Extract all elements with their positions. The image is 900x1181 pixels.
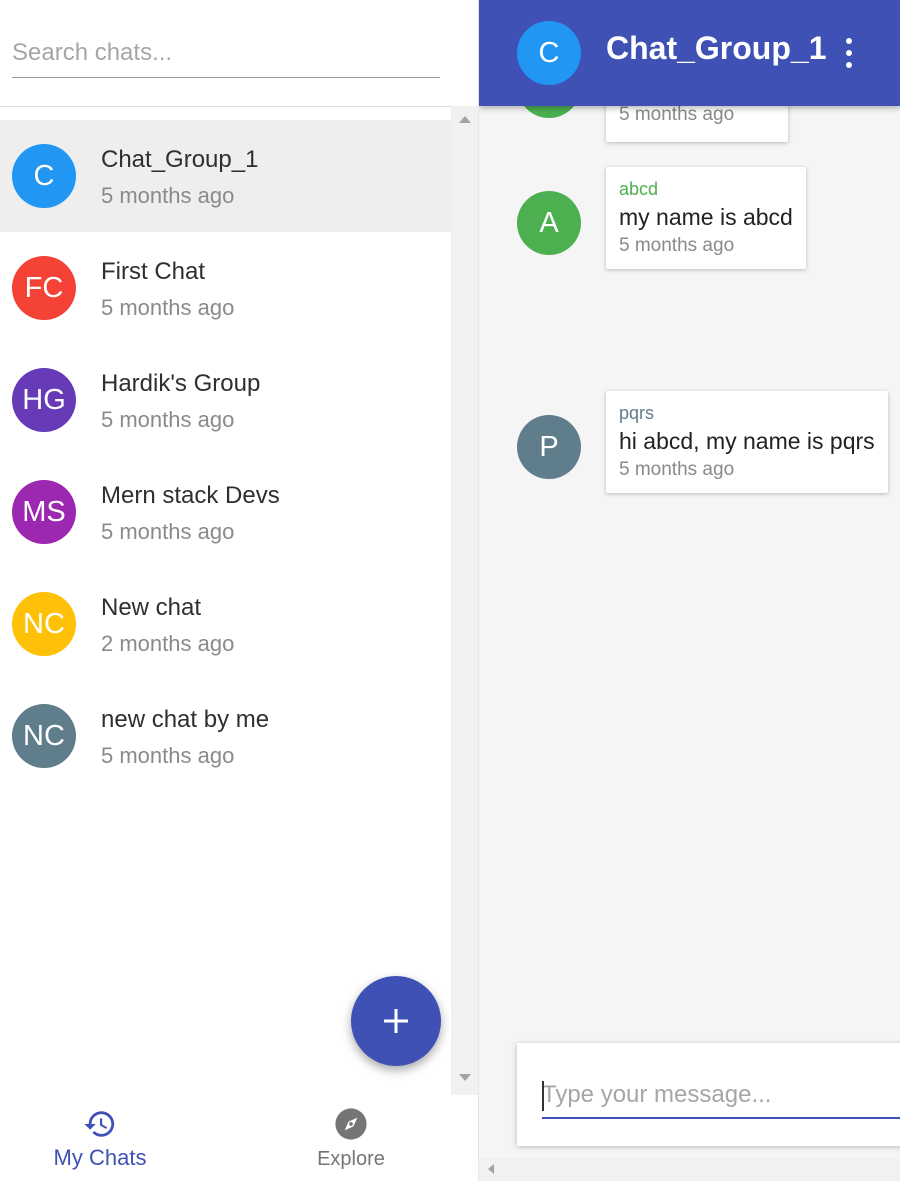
message-sender: abcd xyxy=(619,179,659,199)
chat-time: 2 months ago xyxy=(101,631,235,656)
divider xyxy=(0,106,478,107)
avatar: HG xyxy=(12,368,76,432)
conversation-panel: 5 months ago A abcd my name is abcd 5 mo… xyxy=(478,0,900,1181)
chat-list-item[interactable]: NC new chat by me 5 months ago xyxy=(0,680,451,792)
message-bubble: abcd my name is abcd 5 months ago xyxy=(606,167,806,269)
message-time: 5 months ago xyxy=(619,104,735,125)
history-icon xyxy=(84,1111,115,1137)
message-sender: pqrs xyxy=(619,403,655,423)
chat-time: 5 months ago xyxy=(101,295,235,320)
nav-my-chats[interactable]: My Chats xyxy=(0,1095,200,1181)
chat-list-item[interactable]: C Chat_Group_1 5 months ago xyxy=(0,120,451,232)
chat-name: new chat by me xyxy=(101,706,270,733)
conversation-scrollbar[interactable] xyxy=(479,1158,900,1181)
nav-explore[interactable]: Explore xyxy=(251,1095,451,1181)
chat-name: New chat xyxy=(101,594,202,621)
chat-list: C Chat_Group_1 5 months ago FC First Cha… xyxy=(0,120,451,792)
chat-list-item[interactable]: HG Hardik's Group 5 months ago xyxy=(0,344,451,456)
message-text: hi abcd, my name is pqrs xyxy=(619,428,875,454)
avatar: FC xyxy=(12,256,76,320)
chat-name: Mern stack Devs xyxy=(101,482,280,509)
search-field[interactable] xyxy=(12,30,440,78)
chat-name: Chat_Group_1 xyxy=(101,146,259,173)
conversation-title: Chat_Group_1 xyxy=(606,30,827,66)
chat-list-item[interactable]: MS Mern stack Devs 5 months ago xyxy=(0,456,451,568)
chat-time: 5 months ago xyxy=(101,743,235,768)
scroll-left-arrow-icon[interactable] xyxy=(488,1164,494,1174)
avatar: MS xyxy=(12,480,76,544)
message-composer xyxy=(517,1043,900,1146)
chat-time: 5 months ago xyxy=(101,519,235,544)
nav-my-chats-label: My Chats xyxy=(53,1145,147,1170)
chat-time: 5 months ago xyxy=(101,407,235,432)
avatar: NC xyxy=(12,704,76,768)
scroll-down-arrow-icon[interactable] xyxy=(459,1074,471,1081)
message-time: 5 months ago xyxy=(619,235,735,256)
chat-list-scrollbar[interactable] xyxy=(451,106,478,1095)
message-input[interactable] xyxy=(542,1073,900,1117)
more-vert-icon[interactable] xyxy=(839,36,859,70)
new-chat-button[interactable] xyxy=(351,976,441,1066)
chat-name: First Chat xyxy=(101,258,206,285)
chat-time: 5 months ago xyxy=(101,183,235,208)
chat-list-item[interactable]: NC New chat 2 months ago xyxy=(0,568,451,680)
chat-name: Hardik's Group xyxy=(101,370,261,397)
avatar: C xyxy=(12,144,76,208)
avatar: C xyxy=(517,21,581,85)
message-text: my name is abcd xyxy=(619,204,793,230)
scroll-up-arrow-icon[interactable] xyxy=(459,116,471,123)
message-field[interactable] xyxy=(542,1073,900,1119)
chat-list-panel: C Chat_Group_1 5 months ago FC First Cha… xyxy=(0,0,478,1181)
message-time: 5 months ago xyxy=(619,459,735,480)
conversation-app-bar: C Chat_Group_1 xyxy=(479,0,900,106)
search-input[interactable] xyxy=(12,30,440,76)
avatar: A xyxy=(517,191,581,255)
chat-list-item[interactable]: FC First Chat 5 months ago xyxy=(0,232,451,344)
avatar: P xyxy=(517,415,581,479)
nav-explore-label: Explore xyxy=(317,1148,385,1170)
avatar: NC xyxy=(12,592,76,656)
compass-icon xyxy=(335,1108,367,1140)
add-icon xyxy=(384,1009,408,1033)
text-cursor xyxy=(542,1081,544,1111)
message-bubble: pqrs hi abcd, my name is pqrs 5 months a… xyxy=(606,391,888,493)
bottom-navigation: My Chats Explore xyxy=(0,1095,478,1181)
